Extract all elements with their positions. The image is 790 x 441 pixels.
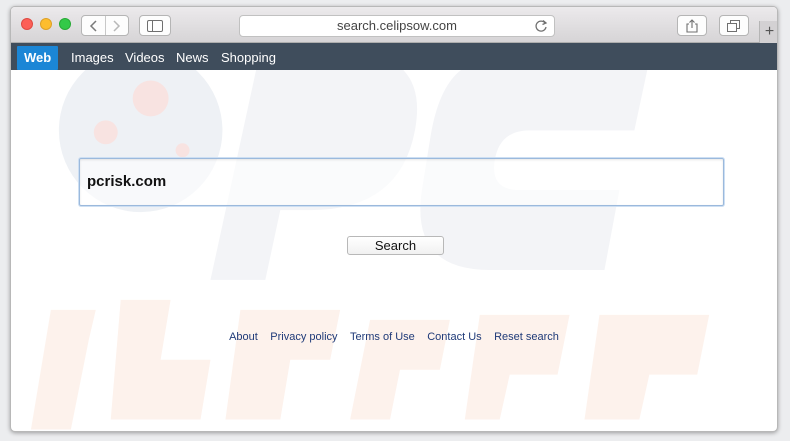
nav-item-images[interactable]: Images bbox=[64, 46, 121, 70]
footer-link-privacy-policy[interactable]: Privacy policy bbox=[270, 331, 337, 343]
footer-links: About Privacy policy Terms of Use Contac… bbox=[11, 327, 777, 345]
address-url: search.celipsow.com bbox=[337, 18, 457, 33]
search-input-value: pcrisk.com bbox=[87, 173, 167, 190]
new-tab-button[interactable]: + bbox=[759, 21, 777, 43]
page-content: pcrisk.com Search About Privacy policy T… bbox=[11, 70, 777, 431]
close-window-button[interactable] bbox=[21, 18, 33, 30]
chevron-left-icon bbox=[89, 19, 97, 32]
reload-icon[interactable] bbox=[534, 19, 548, 33]
address-bar[interactable]: search.celipsow.com bbox=[239, 15, 555, 37]
footer-link-terms-of-use[interactable]: Terms of Use bbox=[350, 331, 415, 343]
browser-window: search.celipsow.com + Web Images Videos … bbox=[10, 6, 778, 432]
search-button[interactable]: Search bbox=[347, 236, 444, 255]
share-button[interactable] bbox=[677, 15, 707, 36]
back-button[interactable] bbox=[82, 16, 105, 35]
footer-link-contact-us[interactable]: Contact Us bbox=[427, 331, 481, 343]
share-icon bbox=[686, 18, 698, 33]
nav-item-news[interactable]: News bbox=[169, 46, 216, 70]
tabs-icon bbox=[727, 19, 740, 32]
site-nav: Web Images Videos News Shopping bbox=[11, 43, 777, 70]
footer-link-reset-search[interactable]: Reset search bbox=[494, 331, 559, 343]
forward-button[interactable] bbox=[104, 16, 129, 35]
search-input[interactable]: pcrisk.com bbox=[79, 158, 724, 206]
history-nav bbox=[81, 15, 129, 36]
sidebar-icon bbox=[147, 19, 163, 32]
nav-item-videos[interactable]: Videos bbox=[118, 46, 172, 70]
show-tabs-button[interactable] bbox=[719, 15, 749, 36]
browser-toolbar: search.celipsow.com + bbox=[11, 7, 777, 43]
minimize-window-button[interactable] bbox=[40, 18, 52, 30]
nav-item-web[interactable]: Web bbox=[17, 46, 59, 70]
zoom-window-button[interactable] bbox=[59, 18, 71, 30]
sidebar-toggle-button[interactable] bbox=[139, 15, 171, 36]
nav-item-shopping[interactable]: Shopping bbox=[214, 46, 283, 70]
footer-link-about[interactable]: About bbox=[229, 331, 258, 343]
chevron-right-icon bbox=[113, 19, 121, 32]
